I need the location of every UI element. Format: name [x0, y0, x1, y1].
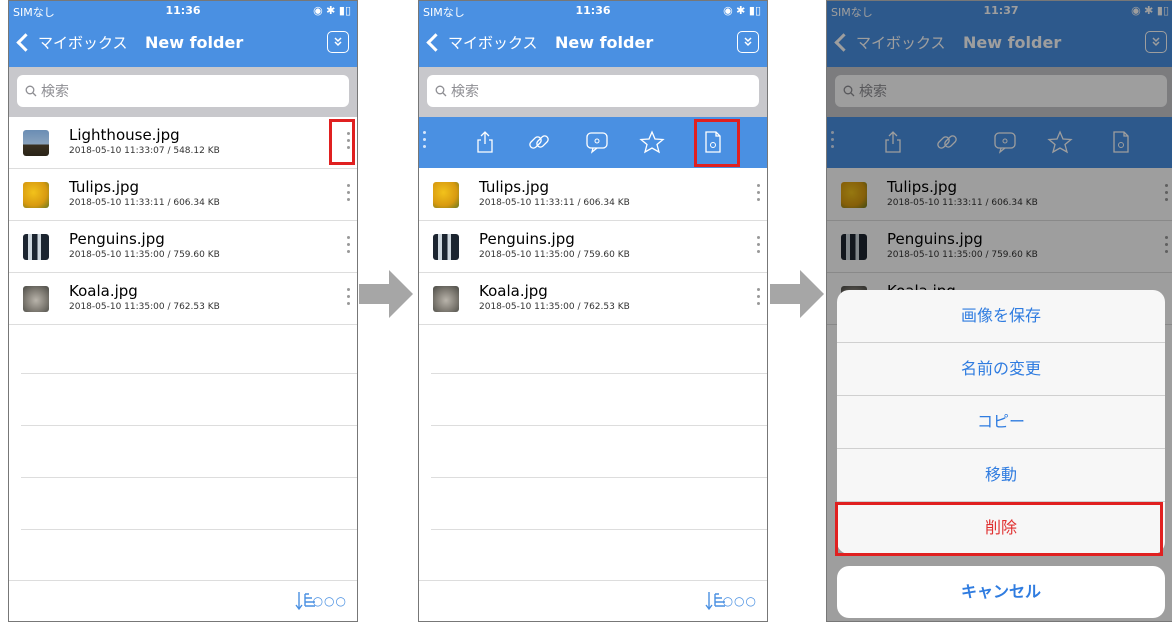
- thumbnail-image: [433, 234, 459, 260]
- search-icon: [435, 85, 447, 97]
- move-option[interactable]: 移動: [837, 449, 1165, 502]
- battery-icon: ◉ ✱ ▮▯: [313, 4, 351, 17]
- cancel-button[interactable]: キャンセル: [837, 566, 1165, 618]
- bottom-toolbar: ○○○: [419, 580, 767, 621]
- screen-2: SIMなし 11:36 ◉ ✱ ▮▯ マイボックス New folder 検索 …: [418, 0, 768, 622]
- bottom-toolbar: ○○○: [9, 580, 357, 621]
- list-item[interactable]: Penguins.jpg 2018-05-10 11:35:00 / 759.6…: [9, 221, 357, 273]
- thumbnail-image: [23, 130, 49, 156]
- rename-option[interactable]: 名前の変更: [837, 343, 1165, 396]
- search-placeholder: 検索: [41, 84, 69, 100]
- more-options-icon[interactable]: [755, 182, 761, 208]
- divider: [21, 529, 357, 530]
- more-options-icon[interactable]: [755, 234, 761, 260]
- divider: [431, 425, 767, 426]
- copy-option[interactable]: コピー: [837, 396, 1165, 449]
- file-name: Tulips.jpg: [69, 178, 140, 196]
- link-icon[interactable]: [527, 130, 551, 154]
- file-meta: 2018-05-10 11:35:00 / 762.53 KB: [479, 302, 630, 312]
- file-name: Koala.jpg: [69, 282, 138, 300]
- share-icon[interactable]: [475, 130, 495, 154]
- list-item[interactable]: Tulips.jpg 2018-05-10 11:33:11 / 606.34 …: [9, 169, 357, 221]
- more-options-icon[interactable]: [755, 286, 761, 312]
- file-meta: 2018-05-10 11:33:11 / 606.34 KB: [479, 198, 630, 208]
- divider: [21, 477, 357, 478]
- screen-1: SIMなし 11:36 ◉ ✱ ▮▯ マイボックス New folder 検索 …: [8, 0, 358, 622]
- search-placeholder: 検索: [451, 84, 479, 100]
- back-button[interactable]: マイボックス: [423, 32, 538, 53]
- thumbnail-image: [23, 234, 49, 260]
- file-meta: 2018-05-10 11:33:07 / 548.12 KB: [69, 146, 220, 156]
- folder-menu-button[interactable]: [737, 31, 759, 53]
- battery-icon: ◉ ✱ ▮▯: [723, 4, 761, 17]
- highlight-box: [835, 502, 1163, 556]
- thumbnail-image: [23, 182, 49, 208]
- more-options-icon[interactable]: [345, 182, 351, 208]
- divider: [21, 425, 357, 426]
- list-item[interactable]: Koala.jpg 2018-05-10 11:35:00 / 762.53 K…: [9, 273, 357, 325]
- screen-3: SIMなし 11:37 ◉ ✱ ▮▯ マイボックス New folder 検索 …: [826, 0, 1172, 622]
- chevron-left-icon: [426, 33, 445, 52]
- double-chevron-down-icon: [334, 37, 342, 47]
- arrow-right-icon: [770, 270, 824, 318]
- star-icon[interactable]: [639, 130, 665, 154]
- status-time: 11:36: [575, 4, 611, 17]
- file-name: Penguins.jpg: [69, 230, 165, 248]
- list-item[interactable]: Penguins.jpg 2018-05-10 11:35:00 / 759.6…: [419, 221, 767, 273]
- file-name: Penguins.jpg: [479, 230, 575, 248]
- folder-menu-button[interactable]: [327, 31, 349, 53]
- list-item[interactable]: Tulips.jpg 2018-05-10 11:33:11 / 606.34 …: [419, 169, 767, 221]
- divider: [431, 373, 767, 374]
- comment-icon[interactable]: [585, 130, 609, 154]
- divider: [431, 477, 767, 478]
- list-item[interactable]: Koala.jpg 2018-05-10 11:35:00 / 762.53 K…: [419, 273, 767, 325]
- status-bar: SIMなし 11:36 ◉ ✱ ▮▯: [419, 1, 767, 21]
- status-time: 11:36: [165, 4, 201, 17]
- more-button[interactable]: ○○○: [313, 594, 347, 608]
- page-title: New folder: [145, 33, 244, 52]
- file-name: Tulips.jpg: [479, 178, 550, 196]
- search-bar: 検索: [419, 67, 767, 117]
- more-options-icon[interactable]: [345, 234, 351, 260]
- double-chevron-down-icon: [744, 37, 752, 47]
- file-meta: 2018-05-10 11:35:00 / 762.53 KB: [69, 302, 220, 312]
- search-bar: 検索: [9, 67, 357, 117]
- drag-handle[interactable]: [423, 131, 427, 152]
- file-meta: 2018-05-10 11:33:11 / 606.34 KB: [69, 198, 220, 208]
- save-image-option[interactable]: 画像を保存: [837, 290, 1165, 343]
- chevron-left-icon: [16, 33, 35, 52]
- thumbnail-image: [433, 286, 459, 312]
- status-bar: SIMなし 11:36 ◉ ✱ ▮▯: [9, 1, 357, 21]
- file-name: Koala.jpg: [479, 282, 548, 300]
- back-button[interactable]: マイボックス: [13, 32, 128, 53]
- file-meta: 2018-05-10 11:35:00 / 759.60 KB: [479, 250, 630, 260]
- arrow-right-icon: [359, 270, 413, 318]
- nav-bar: マイボックス New folder: [9, 21, 357, 67]
- more-button[interactable]: ○○○: [723, 594, 757, 608]
- back-label: マイボックス: [38, 34, 128, 52]
- file-meta: 2018-05-10 11:35:00 / 759.60 KB: [69, 250, 220, 260]
- highlight-box: [329, 119, 355, 165]
- thumbnail-image: [433, 182, 459, 208]
- file-name: Lighthouse.jpg: [69, 126, 180, 144]
- divider: [431, 529, 767, 530]
- list-item[interactable]: Lighthouse.jpg 2018-05-10 11:33:07 / 548…: [9, 117, 357, 169]
- thumbnail-image: [23, 286, 49, 312]
- more-options-icon[interactable]: [345, 286, 351, 312]
- divider: [21, 373, 357, 374]
- highlight-box: [694, 119, 740, 167]
- nav-bar: マイボックス New folder: [419, 21, 767, 67]
- search-input[interactable]: 検索: [17, 75, 349, 107]
- page-title: New folder: [555, 33, 654, 52]
- search-icon: [25, 85, 37, 97]
- back-label: マイボックス: [448, 34, 538, 52]
- search-input[interactable]: 検索: [427, 75, 759, 107]
